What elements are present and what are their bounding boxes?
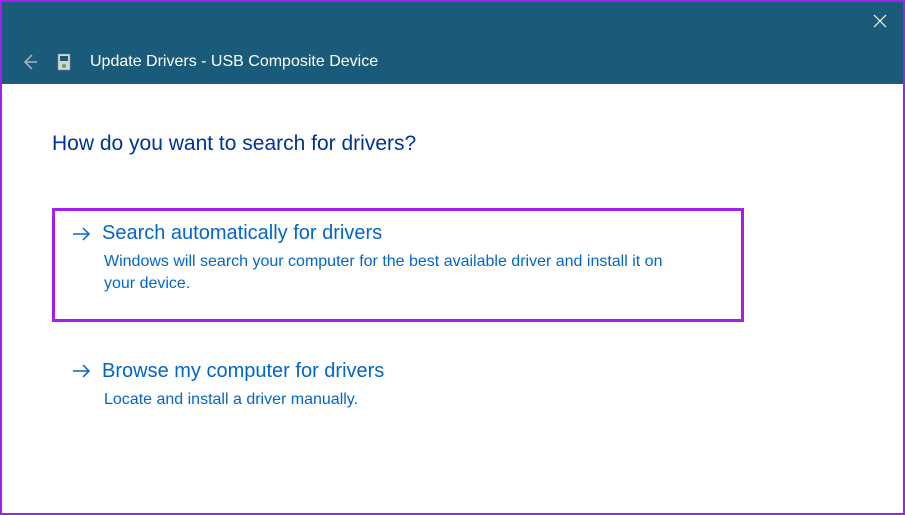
close-button[interactable] xyxy=(857,2,903,40)
arrow-right-icon xyxy=(72,362,92,380)
back-button[interactable] xyxy=(20,53,38,71)
arrow-right-icon xyxy=(72,225,92,243)
option-header: Browse my computer for drivers xyxy=(72,360,724,383)
header-title: Update Drivers - USB Composite Device xyxy=(90,53,378,71)
option-description: Locate and install a driver manually. xyxy=(72,389,692,411)
option-title: Search automatically for drivers xyxy=(102,222,382,245)
option-search-automatically[interactable]: Search automatically for drivers Windows… xyxy=(52,208,744,322)
content-area: How do you want to search for drivers? S… xyxy=(2,84,903,437)
option-title: Browse my computer for drivers xyxy=(102,360,384,383)
option-header: Search automatically for drivers xyxy=(72,222,724,245)
page-heading: How do you want to search for drivers? xyxy=(52,132,853,156)
device-icon xyxy=(56,52,72,72)
option-browse-computer[interactable]: Browse my computer for drivers Locate an… xyxy=(52,346,744,437)
option-description: Windows will search your computer for th… xyxy=(72,251,692,296)
back-arrow-icon xyxy=(20,53,38,71)
header-bar: Update Drivers - USB Composite Device xyxy=(2,40,903,84)
titlebar xyxy=(2,2,903,40)
close-icon xyxy=(873,14,887,28)
